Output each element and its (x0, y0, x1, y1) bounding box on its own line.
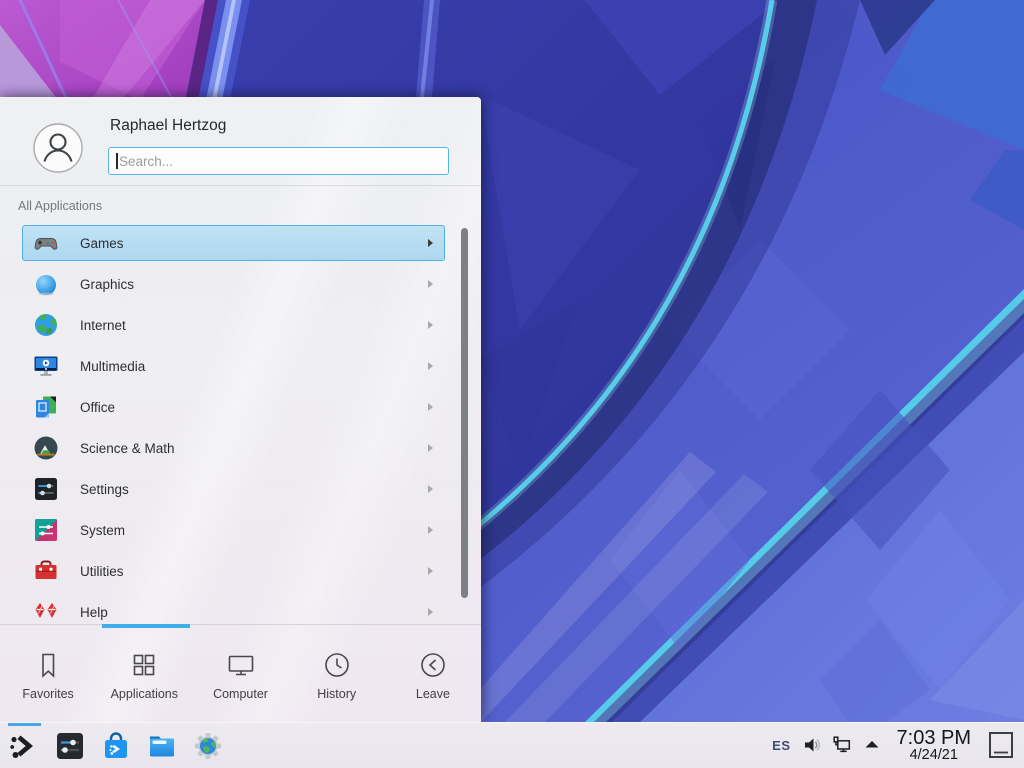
app-grid-icon (129, 650, 159, 680)
active-task-indicator (8, 723, 41, 726)
multimedia-icon (33, 353, 59, 379)
tab-computer[interactable]: Computer (192, 628, 288, 722)
clock-icon (322, 650, 352, 680)
submenu-arrow-icon (428, 362, 433, 370)
digital-clock[interactable]: 7:03 PM 4/24/21 (897, 728, 971, 763)
category-label: Help (80, 605, 428, 620)
web-browser-button[interactable] (192, 730, 224, 762)
tab-label: Applications (111, 687, 178, 701)
utilities-toolbox-icon (33, 558, 59, 584)
category-label: System (80, 523, 428, 538)
category-row-utilities[interactable]: Utilities (22, 553, 445, 589)
category-list: Games Graphics (22, 225, 445, 623)
settings-sliders-icon (33, 476, 59, 502)
tab-history[interactable]: History (289, 628, 385, 722)
web-browser-icon (192, 730, 224, 762)
submenu-arrow-icon (428, 567, 433, 575)
volume-icon[interactable] (803, 736, 821, 754)
show-desktop-icon (988, 731, 1014, 759)
file-manager-button[interactable] (146, 730, 178, 762)
section-label: All Applications (18, 199, 102, 213)
kde-launcher-button[interactable] (8, 730, 40, 762)
help-icon (33, 599, 59, 623)
tabbar-divider (0, 624, 481, 625)
keyboard-layout-indicator[interactable]: ES (772, 738, 790, 753)
category-row-settings[interactable]: Settings (22, 471, 445, 507)
header-divider (0, 185, 481, 186)
submenu-arrow-icon (428, 444, 433, 452)
tab-applications[interactable]: Applications (96, 628, 192, 722)
monitor-icon (226, 650, 256, 680)
system-settings-button[interactable] (54, 730, 86, 762)
submenu-arrow-icon (428, 526, 433, 534)
science-flask-icon (33, 435, 59, 461)
internet-icon (33, 312, 59, 338)
taskbar: ES (0, 722, 1024, 768)
user-avatar-icon[interactable] (33, 123, 83, 173)
submenu-arrow-icon (428, 485, 433, 493)
category-row-internet[interactable]: Internet (22, 307, 445, 343)
show-desktop-button[interactable] (987, 730, 1015, 760)
kde-launcher-icon (8, 730, 40, 762)
clock-date: 4/24/21 (910, 748, 958, 763)
category-label: Settings (80, 482, 428, 497)
submenu-arrow-icon (428, 280, 433, 288)
leave-circle-icon (418, 650, 448, 680)
system-settings-icon (54, 730, 86, 762)
bookmark-icon (33, 650, 63, 680)
tab-label: Favorites (22, 687, 73, 701)
category-label: Games (80, 236, 428, 251)
category-row-science-math[interactable]: Science & Math (22, 430, 445, 466)
category-row-system[interactable]: System (22, 512, 445, 548)
file-manager-icon (146, 730, 178, 762)
tab-bar: Favorites Applications C (0, 628, 481, 722)
tab-label: History (317, 687, 356, 701)
search-input[interactable] (108, 147, 449, 175)
taskbar-launchers (0, 730, 224, 762)
category-row-office[interactable]: Office (22, 389, 445, 425)
tab-leave[interactable]: Leave (385, 628, 481, 722)
category-label: Utilities (80, 564, 428, 579)
category-label: Office (80, 400, 428, 415)
system-tray: ES (772, 728, 1024, 763)
user-name: Raphael Hertzog (110, 117, 226, 135)
category-row-graphics[interactable]: Graphics (22, 266, 445, 302)
graphics-icon (33, 271, 59, 297)
tab-label: Computer (213, 687, 268, 701)
submenu-arrow-icon (428, 608, 433, 616)
application-launcher-menu: Raphael Hertzog All Applications Games (0, 97, 481, 722)
tab-favorites[interactable]: Favorites (0, 628, 96, 722)
office-icon (33, 394, 59, 420)
submenu-arrow-icon (428, 239, 433, 247)
expand-tray-icon[interactable] (863, 736, 881, 754)
submenu-arrow-icon (428, 403, 433, 411)
games-icon (33, 230, 59, 256)
category-label: Multimedia (80, 359, 428, 374)
scrollbar[interactable] (461, 228, 468, 598)
desktop: Raphael Hertzog All Applications Games (0, 0, 1024, 768)
submenu-arrow-icon (428, 321, 433, 329)
discover-icon (100, 730, 132, 762)
category-row-help[interactable]: Help (22, 594, 445, 623)
clock-time: 7:03 PM (897, 728, 971, 748)
category-row-multimedia[interactable]: Multimedia (22, 348, 445, 384)
category-row-games[interactable]: Games (22, 225, 445, 261)
tab-label: Leave (416, 687, 450, 701)
network-icon[interactable] (833, 736, 851, 754)
category-label: Internet (80, 318, 428, 333)
system-icon (33, 517, 59, 543)
discover-button[interactable] (100, 730, 132, 762)
category-label: Graphics (80, 277, 428, 292)
text-cursor (116, 153, 118, 169)
category-label: Science & Math (80, 441, 428, 456)
